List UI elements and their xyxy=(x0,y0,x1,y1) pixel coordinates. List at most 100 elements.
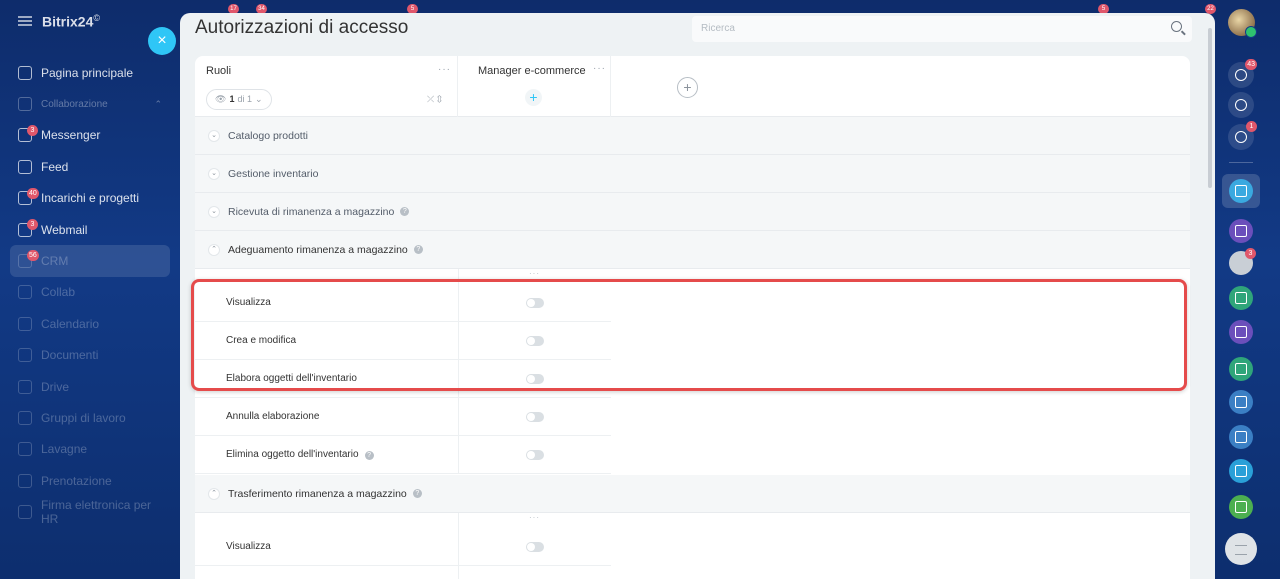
notifications-button[interactable]: 43 xyxy=(1228,59,1257,88)
permission-toggle[interactable] xyxy=(526,374,544,384)
sidebar-item-documents[interactable]: Documenti xyxy=(10,340,170,371)
sidebar-item-drive[interactable]: Drive xyxy=(10,371,170,402)
home-icon xyxy=(18,65,32,80)
role-cell: ··· xyxy=(458,513,611,528)
app-icon xyxy=(1235,225,1247,237)
sidebar-item-label: Gruppi di lavoro xyxy=(41,410,126,425)
groups-icon xyxy=(18,410,32,425)
brand-suffix: © xyxy=(93,13,100,23)
chevron-down-icon[interactable]: ⌄ xyxy=(208,167,220,180)
users-icon xyxy=(1235,396,1247,408)
menu-button[interactable] xyxy=(1225,533,1257,565)
chat-icon xyxy=(1235,465,1247,477)
section-adeguamento-rimanenza[interactable]: ⌃ Adeguamento rimanenza a magazzino ? xyxy=(195,231,1190,269)
checklist-icon xyxy=(1235,292,1247,304)
counter-badge: 3 xyxy=(1245,248,1256,259)
permission-row xyxy=(195,566,611,579)
sidebar-item-crm[interactable]: 56 CRM xyxy=(10,245,170,277)
bookmark-app-button[interactable] xyxy=(1229,179,1253,203)
help-icon[interactable]: ? xyxy=(412,489,422,498)
sidebar-item-feed[interactable]: Feed xyxy=(10,151,170,182)
permission-row: Annulla elaborazione xyxy=(195,398,611,436)
sidebar-item-groups[interactable]: Gruppi di lavoro xyxy=(10,402,170,433)
permission-toggle[interactable] xyxy=(526,336,544,346)
collapse-expand-icon[interactable]: ⤫ ⇕ xyxy=(427,94,442,105)
section-catalogo-prodotti[interactable]: ⌄ Catalogo prodotti xyxy=(195,117,1190,155)
section-trasferimento-rimanenza[interactable]: ⌃ Trasferimento rimanenza a magazzino ? xyxy=(195,475,1190,513)
calendar-icon xyxy=(18,316,32,331)
sidebar-item-signature[interactable]: Firma elettronica per HR xyxy=(10,496,170,527)
permission-toggle[interactable] xyxy=(526,412,544,422)
permission-toggle[interactable] xyxy=(526,298,544,308)
counter-badge: 1 xyxy=(1246,121,1257,132)
close-panel-button[interactable]: × xyxy=(148,27,176,55)
access-permissions-panel: Autorizzazioni di accesso Ricerca Ruoli … xyxy=(180,13,1215,579)
feed-icon xyxy=(18,159,32,174)
group-chat-button[interactable] xyxy=(1229,390,1253,414)
chat-button[interactable]: 1 xyxy=(1228,121,1257,150)
help-icon[interactable]: ? xyxy=(413,245,423,254)
search-icon[interactable] xyxy=(1171,21,1182,32)
chevron-down-icon[interactable]: ⌄ xyxy=(208,129,220,142)
permission-label: Elabora oggetti dell'inventario xyxy=(226,373,357,384)
sidebar-item-tasks[interactable]: 40 Incarichi e progetti xyxy=(10,183,170,214)
section-ricevuta-rimanenza[interactable]: ⌄ Ricevuta di rimanenza a magazzino ? xyxy=(195,193,1190,231)
divider xyxy=(1229,162,1253,163)
add-member-button[interactable]: + xyxy=(525,89,542,106)
sidebar-item-label: Messenger xyxy=(41,128,101,143)
brand-name[interactable]: Bitrix24© xyxy=(42,13,100,30)
menu-icon[interactable] xyxy=(18,16,32,27)
sidebar-group-collaborazione[interactable]: Collaborazione ⌃ xyxy=(10,88,170,119)
group-chat-button[interactable] xyxy=(1229,495,1253,519)
add-role-button[interactable]: + xyxy=(677,77,698,98)
counter-badge: 3 xyxy=(27,124,38,136)
sidebar-item-webmail[interactable]: 3 Webmail xyxy=(10,214,170,245)
permission-label: Crea e modifica xyxy=(226,335,297,346)
checklist-app-button[interactable] xyxy=(1229,357,1253,381)
section-gestione-inventario[interactable]: ⌄ Gestione inventario xyxy=(195,155,1190,193)
role-pager[interactable]: 👁 1 di 1 ⌄ xyxy=(206,89,272,110)
more-icon[interactable]: ··· xyxy=(438,64,451,75)
more-icon[interactable]: ··· xyxy=(529,269,540,278)
app-button[interactable] xyxy=(1229,219,1253,243)
sidebar-item-label: Pagina principale xyxy=(41,65,134,80)
sidebar-item-label: Drive xyxy=(41,379,70,394)
chat-icon xyxy=(1235,131,1247,143)
permission-row: Visualizza xyxy=(195,284,611,322)
pager-total: di 1 xyxy=(237,94,252,104)
help-icon[interactable]: ? xyxy=(364,451,374,460)
help-icon[interactable]: ? xyxy=(400,207,410,216)
role-cell xyxy=(458,566,611,579)
chevron-up-icon[interactable]: ⌃ xyxy=(208,487,220,500)
sidebar-item-boards[interactable]: Lavagne xyxy=(10,434,170,465)
app-button[interactable] xyxy=(1229,320,1253,344)
users-icon xyxy=(1235,431,1247,443)
group-chat-button[interactable] xyxy=(1229,425,1253,449)
more-icon[interactable]: ··· xyxy=(593,63,606,74)
sidebar-item-booking[interactable]: Prenotazione xyxy=(10,465,170,496)
permission-label: Visualizza xyxy=(226,297,271,308)
page-title: Autorizzazioni di accesso xyxy=(195,17,409,38)
permission-toggle[interactable] xyxy=(526,542,544,552)
more-icon[interactable]: ··· xyxy=(529,513,540,522)
search-input[interactable]: Ricerca xyxy=(692,16,1192,42)
sidebar-item-home[interactable]: Pagina principale xyxy=(10,57,170,88)
permission-toggle[interactable] xyxy=(526,450,544,460)
copilot-button[interactable] xyxy=(1228,92,1254,118)
sidebar-item-calendar[interactable]: Calendario xyxy=(10,308,170,339)
brand[interactable]: Bitrix24© xyxy=(18,13,100,30)
role-cell xyxy=(458,360,611,398)
user-avatar[interactable] xyxy=(1228,9,1257,38)
checklist-app-button[interactable] xyxy=(1229,286,1253,310)
role-name[interactable]: Manager e-commerce xyxy=(478,65,586,77)
chat-app-button[interactable] xyxy=(1229,459,1253,483)
contact-avatar[interactable]: 3 xyxy=(1229,248,1256,275)
chevron-up-icon[interactable]: ⌃ xyxy=(208,243,220,256)
sidebar-item-label: Calendario xyxy=(41,316,100,331)
chevron-down-icon[interactable]: ⌄ xyxy=(208,205,220,218)
section-label: Trasferimento rimanenza a magazzino xyxy=(228,487,407,500)
permission-label-text: Elimina oggetto dell'inventario xyxy=(226,449,359,460)
sidebar-item-messenger[interactable]: 3 Messenger xyxy=(10,120,170,151)
scrollbar[interactable] xyxy=(1208,28,1212,188)
sidebar-item-collab[interactable]: Collab xyxy=(10,277,170,308)
